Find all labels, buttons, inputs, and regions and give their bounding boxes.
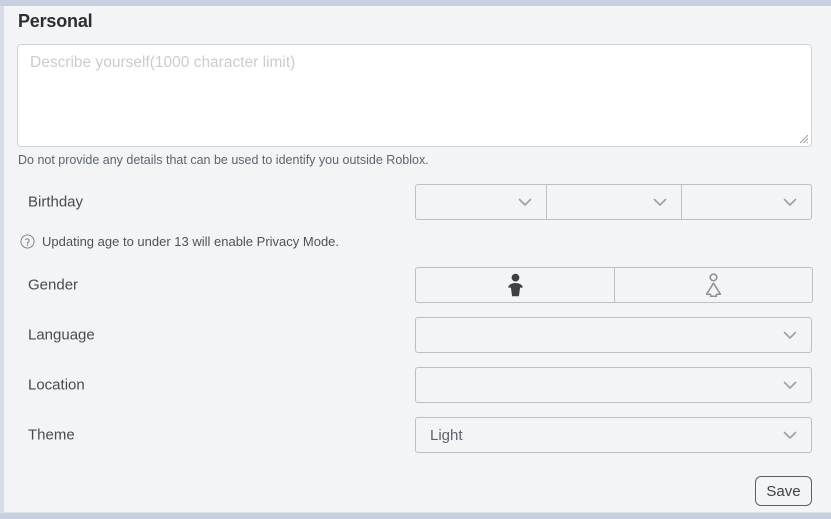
- birthday-label: Birthday: [28, 193, 84, 211]
- gender-label: Gender: [28, 276, 79, 294]
- theme-label: Theme: [28, 426, 75, 444]
- language-select[interactable]: [415, 317, 812, 353]
- chevron-down-icon: [783, 381, 797, 389]
- personal-settings-panel: Personal Do not provide any details that…: [0, 6, 831, 513]
- page-title: Personal: [18, 11, 93, 31]
- birthday-row: Birthday: [4, 184, 831, 220]
- chevron-down-icon: [783, 331, 797, 339]
- privacy-mode-hint: Updating age to under 13 will enable Pri…: [20, 234, 339, 249]
- gender-options: [415, 267, 813, 303]
- location-label: Location: [28, 376, 85, 394]
- description-field-wrapper: [17, 44, 812, 147]
- chevron-down-icon: [783, 198, 797, 206]
- save-button[interactable]: Save: [755, 476, 812, 506]
- description-note: Do not provide any details that can be u…: [18, 153, 429, 167]
- chevron-down-icon: [518, 198, 532, 206]
- privacy-mode-hint-text: Updating age to under 13 will enable Pri…: [42, 234, 340, 249]
- gender-option-female[interactable]: [614, 267, 813, 303]
- description-textarea[interactable]: [17, 44, 812, 147]
- male-figure-icon: [507, 273, 523, 297]
- birthday-month-select[interactable]: [415, 184, 546, 220]
- theme-value: Light: [430, 426, 463, 444]
- birthday-year-select[interactable]: [681, 184, 812, 220]
- chevron-down-icon: [653, 198, 667, 206]
- chevron-down-icon: [783, 431, 797, 439]
- gender-row: Gender: [4, 267, 831, 303]
- birthday-selects: [415, 184, 812, 220]
- location-row: Location: [4, 367, 831, 403]
- theme-select[interactable]: Light: [415, 417, 812, 453]
- birthday-day-select[interactable]: [546, 184, 681, 220]
- language-row: Language: [4, 317, 831, 353]
- location-select[interactable]: [415, 367, 812, 403]
- female-figure-icon: [705, 273, 722, 297]
- theme-row: Theme Light: [4, 417, 831, 453]
- question-circle-icon[interactable]: [20, 234, 35, 249]
- gender-option-male[interactable]: [415, 267, 614, 303]
- language-label: Language: [28, 326, 95, 344]
